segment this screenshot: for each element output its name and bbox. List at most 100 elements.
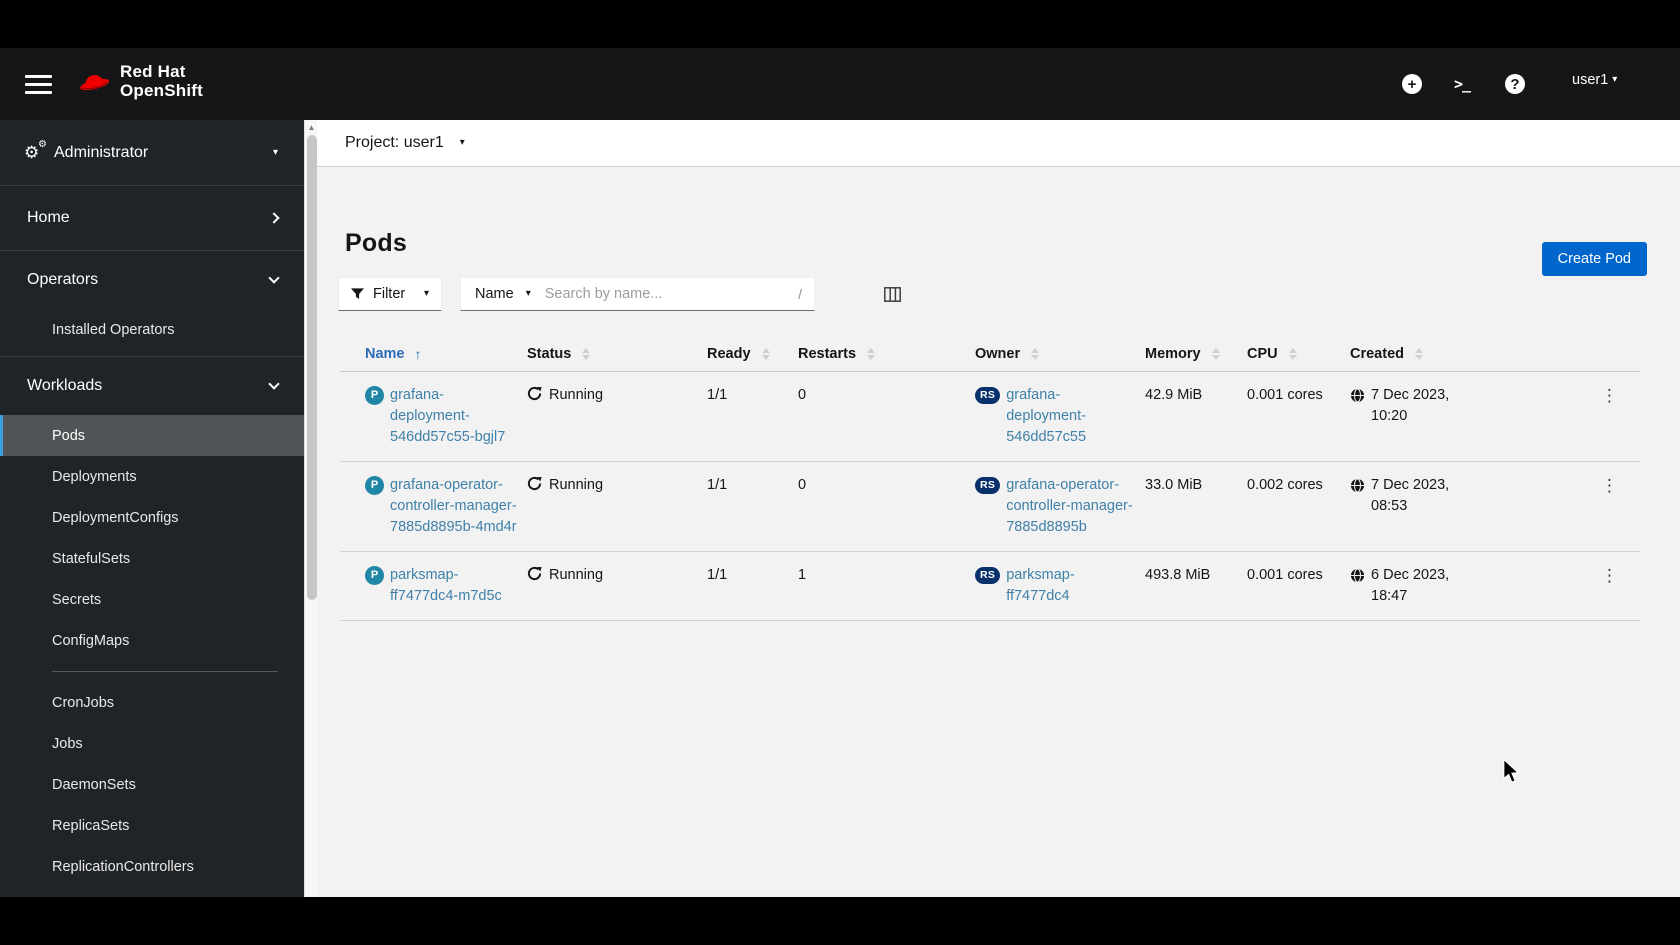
sidebar-section-label: Operators — [27, 271, 99, 288]
restarts-cell: 1 — [798, 567, 807, 583]
owner-link[interactable]: grafana-deployment-546dd57c55 — [1006, 385, 1135, 448]
owner-link[interactable]: grafana-operator-controller-manager-7885… — [1006, 475, 1135, 538]
sidebar-divider — [52, 671, 278, 672]
letterbox-top — [0, 0, 1680, 48]
created-text: 7 Dec 2023, 08:53 — [1371, 477, 1450, 514]
chevron-right-icon — [268, 212, 280, 224]
replicaset-badge: RS — [975, 567, 1001, 584]
column-header-owner[interactable]: Owner — [975, 338, 1145, 371]
memory-cell: 33.0 MiB — [1145, 477, 1203, 493]
cpu-cell: 0.002 cores — [1247, 477, 1323, 493]
sidebar-item-cronjobs[interactable]: CronJobs — [0, 682, 304, 723]
sidebar-item-deploymentconfigs[interactable]: DeploymentConfigs — [0, 497, 304, 538]
chevron-down-icon — [268, 272, 280, 284]
search-group: Name ▾ / — [460, 277, 815, 311]
table-header: Name ↑ Status Ready Restarts Owner Memory CPU Cr… — [340, 338, 1640, 372]
gears-icon: ⚙ ⚙ — [24, 138, 47, 162]
kebab-menu-icon[interactable]: ⋮ — [1601, 552, 1640, 599]
search-attribute-dropdown[interactable]: Name ▾ — [461, 286, 545, 302]
sidebar-item-deployments[interactable]: Deployments — [0, 456, 304, 497]
filter-dropdown[interactable]: Filter ▾ — [338, 277, 442, 311]
project-selector[interactable]: Project: user1 ▾ — [317, 120, 1680, 167]
web-terminal-icon[interactable]: >_ — [1450, 72, 1474, 96]
column-header-cpu[interactable]: CPU — [1247, 338, 1350, 371]
sidebar-item-statefulsets[interactable]: StatefulSets — [0, 538, 304, 579]
column-header-ready[interactable]: Ready — [707, 338, 798, 371]
user-menu[interactable]: user1 ▾ — [1572, 72, 1617, 88]
memory-cell: 42.9 MiB — [1145, 387, 1203, 403]
sidebar-item-daemonsets[interactable]: DaemonSets — [0, 764, 304, 805]
running-sync-icon — [527, 566, 542, 581]
status-text: Running — [549, 477, 604, 493]
pod-name-link[interactable]: parksmap-ff7477dc4-m7d5c — [390, 565, 517, 607]
list-toolbar: Filter ▾ Name ▾ / — [338, 277, 905, 311]
chevron-down-icon: ▾ — [1612, 74, 1618, 85]
kebab-menu-icon[interactable]: ⋮ — [1601, 462, 1640, 509]
created-text: 7 Dec 2023, 10:20 — [1371, 387, 1450, 424]
sidebar-item-replicasets[interactable]: ReplicaSets — [0, 805, 304, 846]
chevron-down-icon — [268, 378, 280, 390]
openshift-console-window: Red Hat OpenShift + >_ ? user1 ▾ ⚙ ⚙ Admi… — [0, 48, 1680, 897]
replicaset-badge: RS — [975, 387, 1001, 404]
column-header-created[interactable]: Created — [1350, 338, 1510, 371]
columns-icon — [884, 286, 901, 302]
globe-timestamp-icon — [1350, 478, 1365, 493]
sortable-icon — [1288, 348, 1297, 360]
status-cell: Running — [527, 372, 707, 419]
plus-glyph: + — [1402, 74, 1422, 94]
status-text: Running — [549, 387, 604, 403]
masthead-actions: + >_ ? user1 ▾ — [0, 48, 1680, 120]
sidebar-item-installed operators[interactable]: Installed Operators — [0, 309, 304, 350]
sidebar-item-secrets[interactable]: Secrets — [0, 579, 304, 620]
globe-timestamp-icon — [1350, 568, 1365, 583]
cpu-cell: 0.001 cores — [1247, 387, 1323, 403]
sidebar-section-operators[interactable]: Operators — [0, 251, 304, 309]
perspective-label: Administrator — [54, 143, 149, 161]
column-header-memory[interactable]: Memory — [1145, 338, 1247, 371]
pod-name-link[interactable]: grafana-operator-controller-manager-7885… — [390, 475, 517, 538]
status-cell: Running — [527, 462, 707, 509]
table-row: P grafana-deployment-546dd57c55-bgjl7 Ru… — [340, 372, 1640, 462]
sidebar-item-replicationcontrollers[interactable]: ReplicationControllers — [0, 846, 304, 887]
pod-badge: P — [365, 476, 384, 495]
created-text: 6 Dec 2023, 18:47 — [1371, 567, 1450, 604]
status-text: Running — [549, 567, 604, 583]
letterbox-bottom — [0, 897, 1680, 945]
pod-name-link[interactable]: grafana-deployment-546dd57c55-bgjl7 — [390, 385, 517, 448]
manage-columns-button[interactable] — [880, 283, 905, 306]
sidebar-item-pods[interactable]: Pods — [0, 415, 304, 456]
sidebar-item-jobs[interactable]: Jobs — [0, 723, 304, 764]
kebab-menu-icon[interactable]: ⋮ — [1601, 372, 1640, 419]
pods-table: Name ↑ Status Ready Restarts Owner Memory CPU Cr… — [340, 338, 1640, 621]
help-question-circle-icon[interactable]: ? — [1503, 72, 1527, 96]
sortable-icon — [582, 348, 591, 360]
create-pod-button[interactable]: Create Pod — [1541, 242, 1647, 276]
ready-cell: 1/1 — [707, 387, 728, 403]
table-row: P parksmap-ff7477dc4-m7d5c Running 1/1 1… — [340, 552, 1640, 621]
cpu-cell: 0.001 cores — [1247, 567, 1323, 583]
sortable-icon — [867, 348, 876, 360]
scrollbar-thumb[interactable] — [306, 135, 317, 600]
status-cell: Running — [527, 552, 707, 599]
sidebar-item-configmaps[interactable]: ConfigMaps — [0, 620, 304, 661]
username: user1 — [1572, 72, 1609, 88]
sidebar-section-home[interactable]: Home — [0, 186, 304, 250]
chevron-down-icon: ▾ — [525, 288, 531, 299]
page-header: Pods Create Pod — [317, 167, 1680, 277]
filter-funnel-icon — [351, 288, 364, 300]
table-row: P grafana-operator-controller-manager-78… — [340, 462, 1640, 552]
search-input[interactable] — [544, 286, 799, 302]
add-plus-circle-icon[interactable]: + — [1400, 72, 1424, 96]
column-header-status[interactable]: Status — [527, 338, 707, 371]
owner-link[interactable]: parksmap-ff7477dc4 — [1006, 565, 1135, 607]
restarts-cell: 0 — [798, 477, 807, 493]
restarts-cell: 0 — [798, 387, 807, 403]
globe-timestamp-icon — [1350, 388, 1365, 403]
column-header-restarts[interactable]: Restarts — [798, 338, 975, 371]
sidebar-nav: Home Operators Installed Operators Worklo… — [0, 186, 304, 893]
sidebar-section-workloads[interactable]: Workloads — [0, 357, 304, 415]
perspective-switcher[interactable]: ⚙ ⚙ Administrator ▾ — [0, 120, 304, 186]
column-header-name[interactable]: Name ↑ — [340, 338, 527, 371]
replicaset-badge: RS — [975, 477, 1001, 494]
sidebar: ⚙ ⚙ Administrator ▾ Home Operators Instal… — [0, 120, 304, 897]
